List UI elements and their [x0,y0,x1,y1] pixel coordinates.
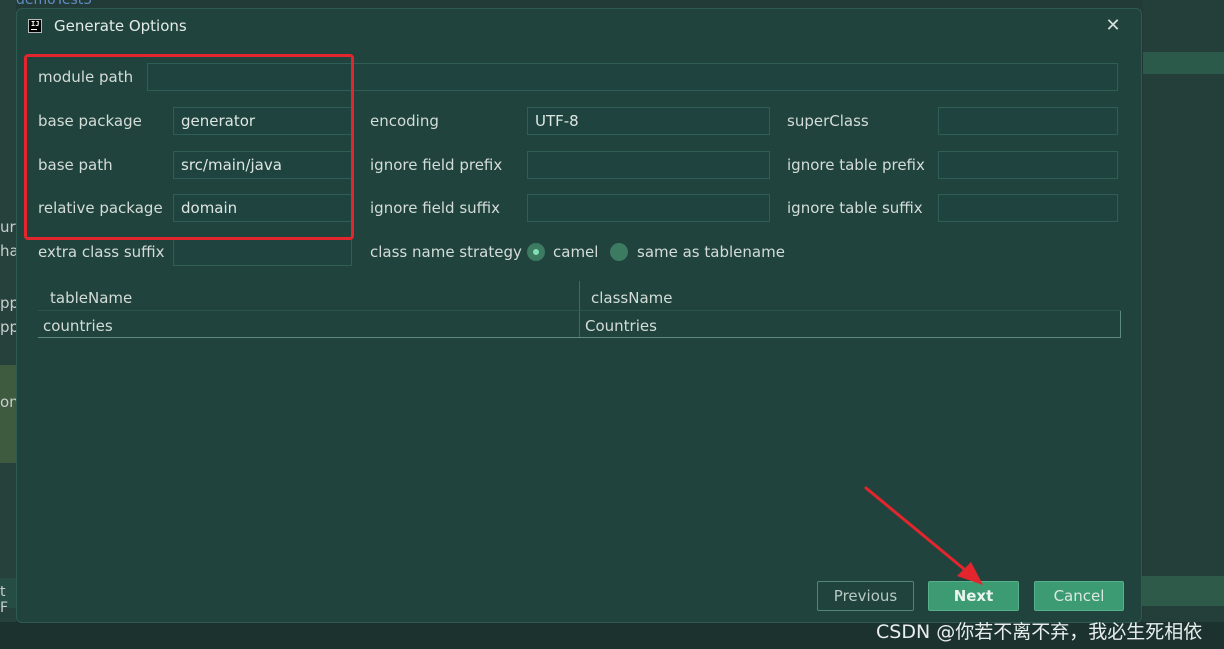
csdn-watermark: CSDN @你若不离不弃，我必生死相依 [876,621,1203,643]
module-path-label: module path [38,68,134,86]
ignore-field-suffix-label: ignore field suffix [370,199,501,217]
encoding-label: encoding [370,112,439,130]
encoding-input[interactable] [527,107,770,135]
class-name-strategy-label: class name strategy [370,243,522,261]
base-path-input[interactable] [173,151,352,179]
background-right-band [1143,52,1224,74]
column-divider [579,281,580,337]
same-as-tablename-radio[interactable] [610,243,628,261]
extra-class-suffix-input[interactable] [173,238,352,266]
header-divider [38,310,1121,311]
ignore-table-suffix-label: ignore table suffix [787,199,923,217]
camel-radio[interactable] [527,243,545,261]
background-fragment: t F [0,584,9,616]
same-as-tablename-radio-label[interactable]: same as tablename [637,243,785,261]
intellij-app-icon: IJ [28,19,42,33]
background-green-panel: on [0,365,19,463]
background-tab-label: demoTest3 [16,0,93,8]
cancel-button[interactable]: Cancel [1034,581,1124,611]
dialog-titlebar: IJ Generate Options ✕ [17,9,1141,45]
ignore-field-suffix-input[interactable] [527,194,770,222]
previous-button[interactable]: Previous [817,581,914,611]
background-bottom-left: t F [0,578,16,616]
background-right-panel [1143,0,1224,649]
background-fragment: ur [0,218,16,236]
superclass-label: superClass [787,112,869,130]
background-left-panel: ur hap pp pp [0,0,28,649]
table-mapping: tableName className countries Countries [38,281,1121,338]
table-right-edge [1120,311,1121,337]
relative-package-label: relative package [38,199,163,217]
table-cell-tablename[interactable]: countries [43,317,113,335]
ignore-table-prefix-input[interactable] [938,151,1118,179]
ignore-field-prefix-input[interactable] [527,151,770,179]
base-package-input[interactable] [173,107,352,135]
camel-radio-label[interactable]: camel [553,243,598,261]
ignore-table-suffix-input[interactable] [938,194,1118,222]
superclass-input[interactable] [938,107,1118,135]
column-header-tablename[interactable]: tableName [50,289,132,307]
base-package-label: base package [38,112,142,130]
column-header-classname[interactable]: className [591,289,673,307]
extra-class-suffix-label: extra class suffix [38,243,165,261]
generate-options-dialog: IJ Generate Options ✕ module path base p… [16,8,1142,623]
base-path-label: base path [38,156,113,174]
relative-package-input[interactable] [173,194,352,222]
module-path-input[interactable] [147,63,1118,91]
table-cell-classname[interactable]: Countries [585,317,657,335]
close-icon[interactable]: ✕ [1102,15,1124,37]
dialog-title: Generate Options [54,17,187,35]
ignore-field-prefix-label: ignore field prefix [370,156,503,174]
ignore-table-prefix-label: ignore table prefix [787,156,925,174]
next-button[interactable]: Next [928,581,1019,611]
